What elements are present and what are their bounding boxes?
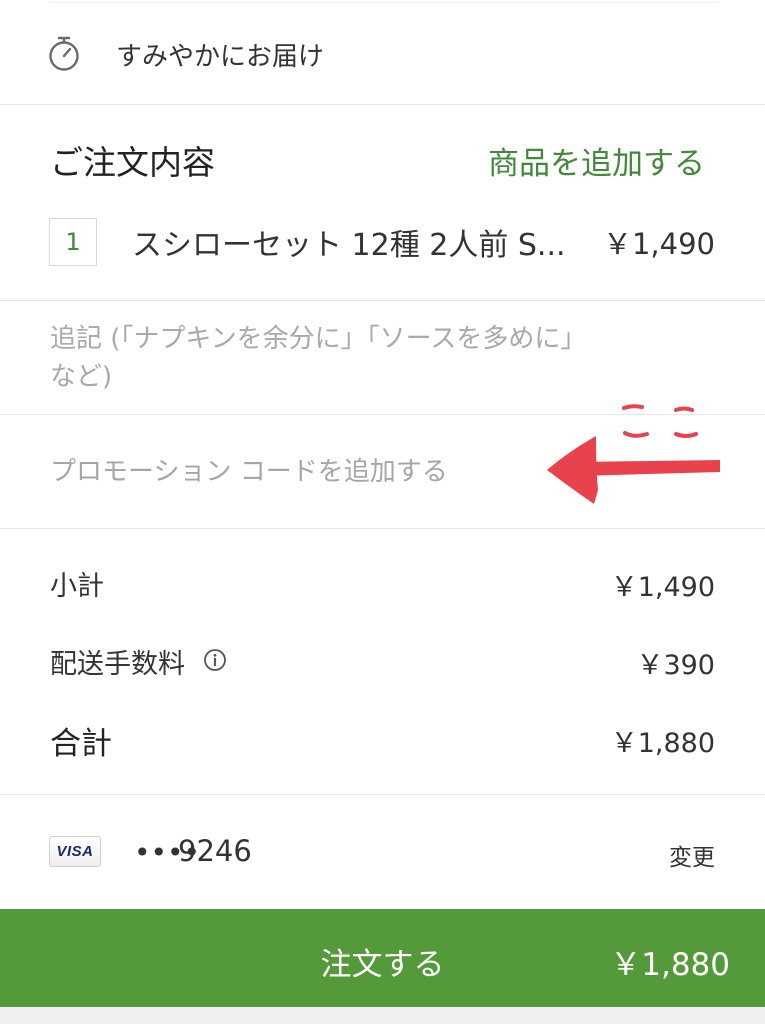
delivery-fee-label: 配送手数料 <box>50 649 185 680</box>
top-divider <box>50 2 718 3</box>
place-order-price: ￥1,880 <box>610 947 730 983</box>
total-value: ￥1,880 <box>610 728 715 759</box>
place-order-button[interactable]: 注文する ￥1,880 <box>0 909 765 1007</box>
subtotal-value: ￥1,490 <box>610 572 715 603</box>
item-name: スシローセット 12種 2人前 S... <box>132 228 566 263</box>
notes-placeholder-line1: 追記 (「ナプキンを余分に」「ソースを多めに」 <box>50 324 587 354</box>
section-divider <box>0 104 765 105</box>
delivery-fee-value: ￥390 <box>636 650 715 681</box>
subtotal-label: 小計 <box>50 571 104 602</box>
item-price: ￥1,490 <box>602 227 715 261</box>
visa-card-icon: VISA <box>49 836 101 867</box>
add-promo-code-link[interactable]: プロモーション コードを追加する <box>50 451 448 488</box>
stopwatch-icon <box>49 36 79 71</box>
order-notes-input[interactable]: 追記 (「ナプキンを余分に」「ソースを多めに」 など) <box>50 320 690 396</box>
delivery-option-label: すみやかにお届け <box>116 42 325 72</box>
order-section-title: ご注文内容 <box>50 143 215 182</box>
section-divider <box>0 794 765 795</box>
notes-placeholder-line2: など) <box>50 362 113 392</box>
add-items-link[interactable]: 商品を追加する <box>488 138 705 183</box>
info-icon[interactable] <box>203 648 227 672</box>
total-label: 合計 <box>50 726 112 762</box>
bottom-strip <box>0 1007 765 1024</box>
section-divider <box>0 528 765 529</box>
section-divider <box>0 300 765 301</box>
change-payment-link[interactable]: 変更 <box>669 838 715 872</box>
item-quantity-selector[interactable]: 1 <box>49 218 97 266</box>
handwritten-arrow-annotation <box>547 404 720 504</box>
card-last-four: 9246 <box>178 834 252 868</box>
